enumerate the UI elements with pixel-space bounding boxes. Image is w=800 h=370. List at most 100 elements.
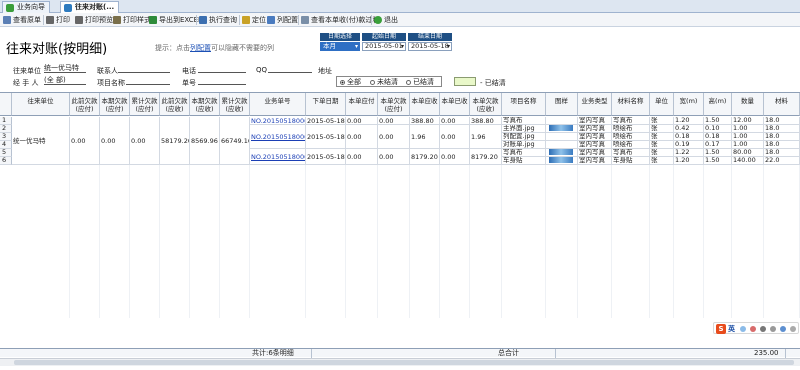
end-date-picker[interactable]: 2015-05-18 ▾: [408, 42, 452, 51]
grid-line: [129, 165, 130, 318]
cell-biz-type: 室内写真: [578, 125, 612, 133]
punctuation-icon[interactable]: [750, 326, 756, 332]
keyboard-icon[interactable]: [760, 326, 766, 332]
column-header-width[interactable]: 宽(m): [674, 93, 704, 116]
column-header-height[interactable]: 高(m): [704, 93, 732, 116]
date-select-label: 日期选择: [320, 33, 360, 41]
order-no-field[interactable]: [198, 76, 246, 85]
payment-process-icon: [301, 16, 309, 24]
grid-line: [189, 165, 190, 318]
cell-material: 车身贴: [612, 157, 650, 165]
export-excel-button[interactable]: 导出到EXCEL: [148, 14, 202, 26]
cell-thumbnail[interactable]: [546, 133, 578, 141]
cell-quantity: 1.00: [732, 125, 764, 133]
thumbnail-image[interactable]: [549, 149, 573, 155]
start-date-picker[interactable]: 2015-05-01 ▾: [362, 42, 406, 51]
column-header-unit[interactable]: 往来单位: [12, 93, 70, 116]
column-header-uom[interactable]: 单位: [650, 93, 674, 116]
column-header-order-date[interactable]: 下单日期: [306, 93, 346, 116]
order-number-link[interactable]: NO.201505180003: [250, 149, 306, 165]
unit-field[interactable]: 统一优马特: [44, 64, 86, 73]
cell-thumbnail[interactable]: [546, 141, 578, 149]
print-preview-button[interactable]: 打印预览: [74, 14, 113, 26]
qq-field[interactable]: [268, 64, 312, 73]
print-button[interactable]: 打印: [45, 14, 70, 26]
column-header-order-no[interactable]: 业务单号: [250, 93, 306, 116]
project-field[interactable]: [126, 76, 170, 85]
grid-line: [649, 165, 650, 318]
grid-line: [763, 165, 764, 318]
column-header-total-recv[interactable]: 累计欠款 (应收): [220, 93, 250, 116]
cell-thumbnail[interactable]: [546, 117, 578, 125]
column-header-prev-pay[interactable]: 此前欠款 (应付): [70, 93, 100, 116]
cell-biz-type: 室内写真: [578, 157, 612, 165]
payment-process-button[interactable]: 查看本单收(付)款过程: [300, 14, 379, 26]
column-header-order-pay[interactable]: 本单应付: [346, 93, 378, 116]
radio-dot: [370, 80, 375, 85]
column-header-quantity[interactable]: 数量: [732, 93, 764, 116]
radio-unsettled[interactable]: 未结清: [370, 78, 398, 86]
column-header-project[interactable]: 项目名称: [502, 93, 546, 116]
column-header-material[interactable]: 材料名称: [612, 93, 650, 116]
grid-line: [345, 165, 346, 318]
grid-line: [409, 165, 410, 318]
cell-order-recv: 1.96: [410, 125, 440, 149]
locate-button[interactable]: 定位: [241, 14, 266, 26]
tab-business-wizard[interactable]: 业务向导: [2, 1, 50, 13]
ime-toolbar[interactable]: S 英: [713, 322, 799, 334]
column-header-cur-recv[interactable]: 本期欠款 (应收): [190, 93, 220, 116]
period-select[interactable]: 本月 ▾: [320, 42, 360, 51]
column-header-material-price[interactable]: 材料: [764, 93, 800, 116]
column-header-biz-type[interactable]: 业务类型: [578, 93, 612, 116]
radio-all[interactable]: 全部: [340, 78, 361, 86]
column-header-prev-recv[interactable]: 此前欠款 (应收): [160, 93, 190, 116]
cell-width: 0.18: [674, 133, 704, 141]
exit-button[interactable]: 退出: [373, 14, 398, 26]
cell-thumbnail[interactable]: [546, 125, 578, 133]
cell-material-price: 18.0: [764, 125, 800, 133]
print-style-button[interactable]: 打印样式: [112, 14, 151, 26]
ime-language[interactable]: 英: [728, 324, 735, 334]
grid-line: [501, 165, 502, 318]
contact-field[interactable]: [118, 64, 170, 73]
tools-icon[interactable]: [790, 326, 796, 332]
grid-line: [439, 165, 440, 318]
grid-line: [577, 165, 578, 318]
column-header-cur-pay[interactable]: 本期欠款 (应付): [100, 93, 130, 116]
cell-order-debt-pay: 0.00: [378, 149, 410, 165]
column-header-order-recv[interactable]: 本单应收: [410, 93, 440, 116]
cell-project: 车身贴: [502, 157, 546, 165]
column-config-link[interactable]: 列配置: [190, 44, 211, 52]
cell-thumbnail[interactable]: [546, 157, 578, 165]
moon-icon[interactable]: [740, 326, 746, 332]
thumbnail-image[interactable]: [549, 125, 573, 131]
column-header-order-debt-recv[interactable]: 本单欠款 (应收): [470, 93, 502, 116]
print-style-icon: [113, 16, 121, 24]
horizontal-scrollbar[interactable]: [0, 358, 800, 366]
scrollbar-thumb[interactable]: [14, 360, 794, 365]
cell-width: 1.20: [674, 117, 704, 125]
user-icon[interactable]: [770, 326, 776, 332]
column-header-thumbnail[interactable]: 图样: [546, 93, 578, 116]
handler-field[interactable]: (全 部): [44, 76, 86, 85]
column-header-order-received[interactable]: 本单已收: [440, 93, 470, 116]
cell-thumbnail[interactable]: [546, 149, 578, 157]
order-number-link[interactable]: NO.201505180002: [250, 125, 306, 149]
tab-reconciliation[interactable]: 往来对账(...: [60, 1, 120, 13]
radio-settled[interactable]: 已结清: [406, 78, 434, 86]
cell-order-date: 2015-05-18: [306, 117, 346, 125]
tab-label: 业务向导: [17, 3, 45, 11]
phone-field[interactable]: [198, 64, 246, 73]
view-original-button[interactable]: 查看原单: [2, 14, 41, 26]
column-config-button[interactable]: 列配置: [266, 14, 298, 26]
order-number-link[interactable]: NO.201505180001: [250, 117, 306, 125]
tshirt-icon[interactable]: [780, 326, 786, 332]
unit-label: 往来单位: [13, 67, 41, 75]
grid-line: [673, 165, 674, 318]
toolbar-divider: [371, 15, 372, 25]
thumbnail-image[interactable]: [549, 157, 573, 163]
column-header-total-pay[interactable]: 累计欠款 (应付): [130, 93, 160, 116]
cell-quantity: 1.00: [732, 133, 764, 141]
column-header-order-debt-pay[interactable]: 本单欠款 (应付): [378, 93, 410, 116]
run-query-button[interactable]: 执行查询: [198, 14, 237, 26]
